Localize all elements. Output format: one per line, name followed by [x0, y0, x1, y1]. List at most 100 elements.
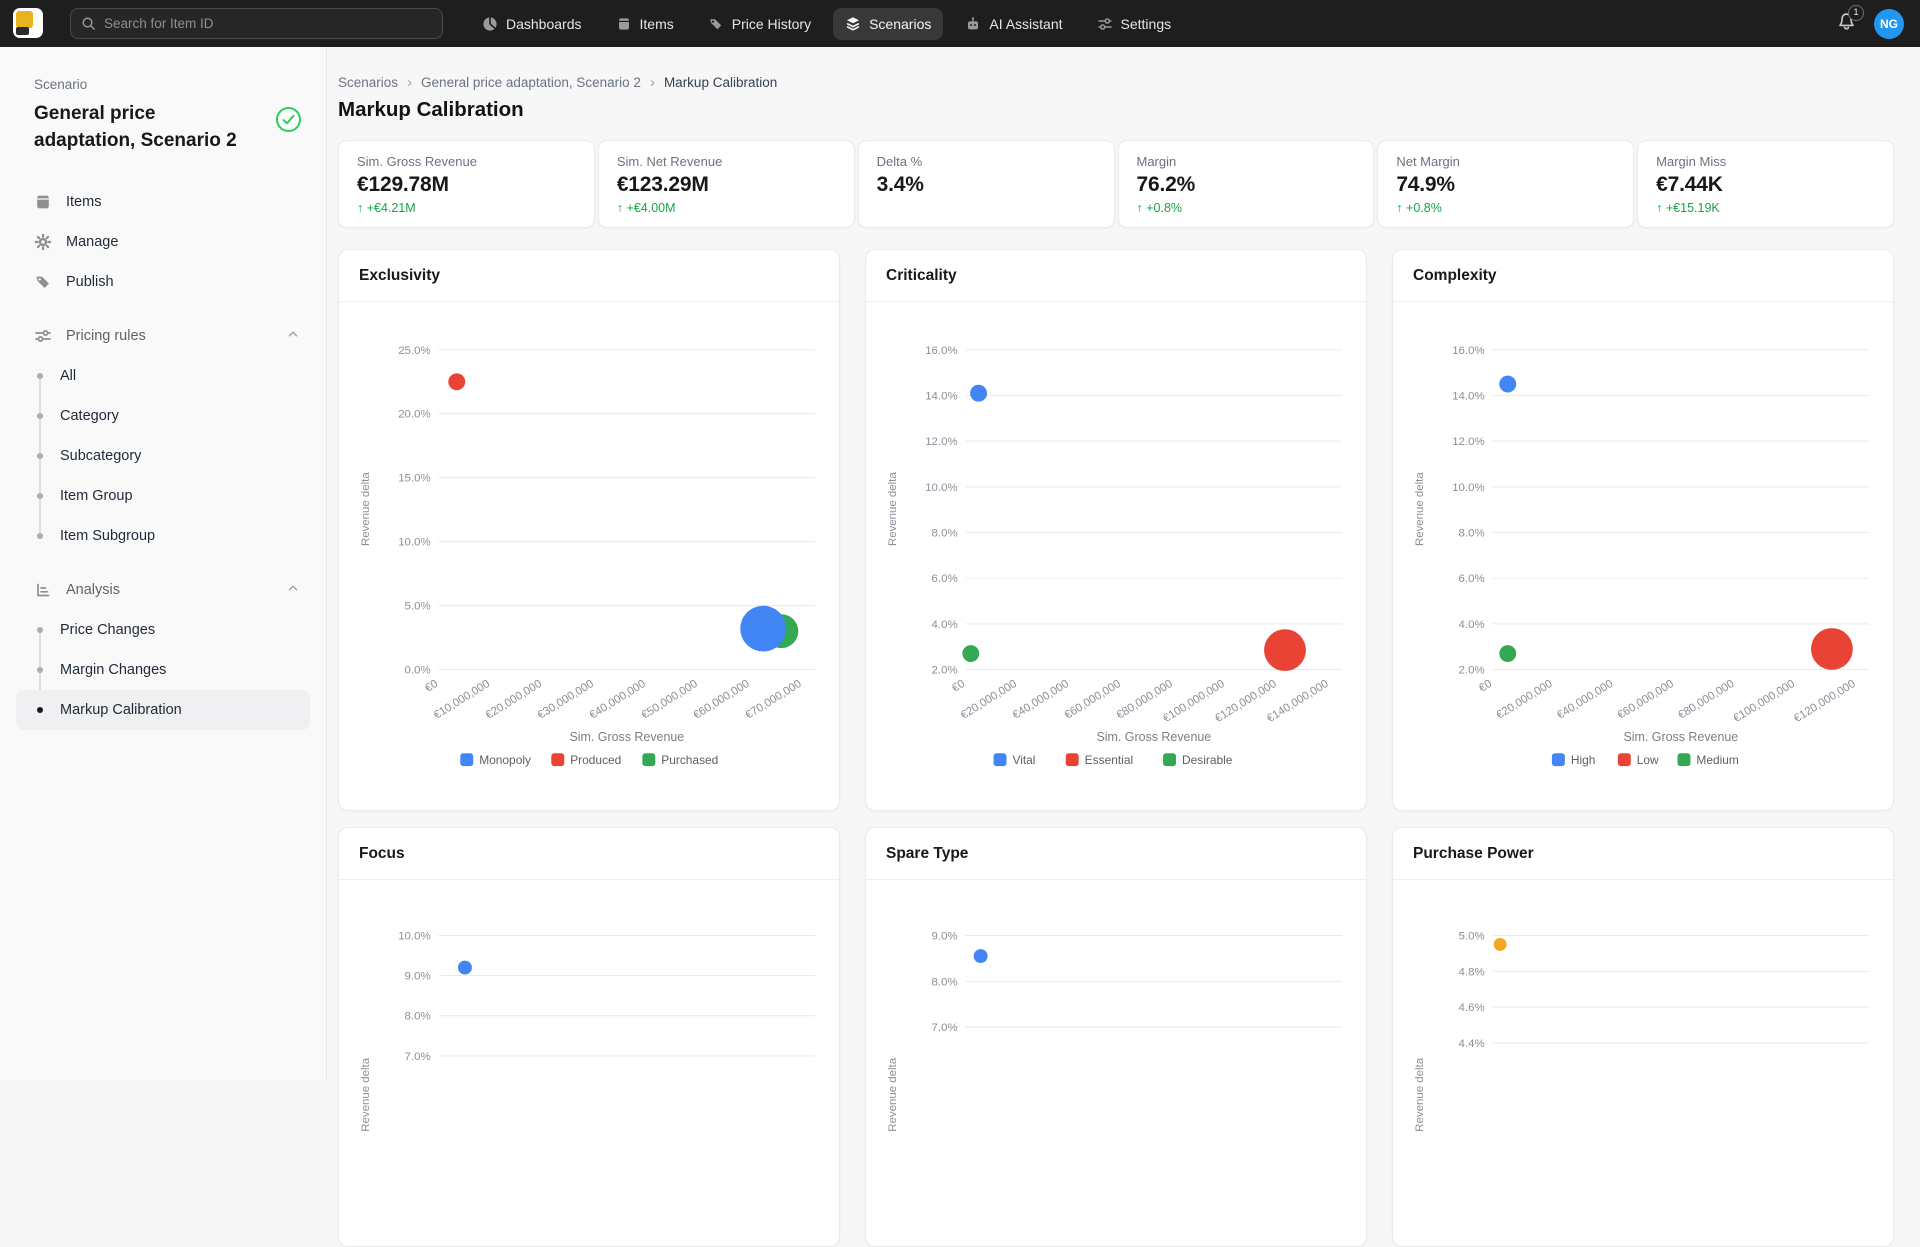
svg-text:€20,000,000: €20,000,000 [1494, 678, 1554, 722]
svg-text:5.0%: 5.0% [1459, 930, 1485, 942]
bullet-icon [37, 453, 43, 459]
svg-text:Revenue delta: Revenue delta [360, 472, 372, 546]
svg-text:Sim. Gross Revenue: Sim. Gross Revenue [569, 730, 684, 744]
svg-text:€10,000,000: €10,000,000 [432, 678, 492, 722]
sliders-icon [1097, 16, 1113, 32]
layers-icon [845, 16, 861, 32]
svg-text:8.0%: 8.0% [932, 976, 958, 988]
app-logo-icon[interactable] [13, 8, 43, 38]
chart-title: Focus [359, 845, 405, 862]
sidebar-menu: Items Manage Publish [0, 182, 326, 302]
bullet-icon [37, 627, 43, 633]
sidebar-item-margin-changes[interactable]: Margin Changes [16, 650, 310, 690]
svg-text:14.0%: 14.0% [1452, 390, 1484, 402]
chevron-right-icon: › [407, 75, 412, 90]
svg-text:6.0%: 6.0% [1459, 573, 1485, 585]
svg-text:€30,000,000: €30,000,000 [536, 678, 596, 722]
search-input[interactable] [104, 16, 432, 31]
focus-scatter-chart: 10.0%9.0%8.0%7.0%Revenue delta [339, 880, 839, 1220]
chevron-up-icon[interactable] [286, 581, 300, 600]
svg-text:8.0%: 8.0% [932, 527, 958, 539]
svg-text:4.4%: 4.4% [1459, 1038, 1485, 1050]
svg-text:4.6%: 4.6% [1459, 1002, 1485, 1014]
svg-text:4.8%: 4.8% [1459, 966, 1485, 978]
kpi-delta-percent: Delta % 3.4% [858, 140, 1115, 228]
svg-text:25.0%: 25.0% [398, 345, 430, 357]
box-icon [616, 16, 632, 32]
svg-text:€80,000,000: €80,000,000 [1676, 678, 1736, 722]
chart-card-purchase-power: Purchase Power 5.0%4.8%4.6%4.4%Revenue d… [1392, 827, 1894, 1247]
svg-text:€50,000,000: €50,000,000 [640, 678, 700, 722]
sidebar-group-pricing-rules[interactable]: Pricing rules [0, 316, 326, 356]
svg-text:12.0%: 12.0% [1452, 436, 1484, 448]
scenario-title: General price adaptation, Scenario 2 [34, 100, 259, 154]
kpi-margin-miss: Margin Miss €7.44K ↑ +€15.19K [1637, 140, 1894, 228]
svg-text:€40,000,000: €40,000,000 [1555, 678, 1615, 722]
svg-text:€0: €0 [423, 678, 440, 695]
chart-title: Complexity [1413, 267, 1497, 284]
criticality-scatter-chart: 16.0%14.0%12.0%10.0%8.0%6.0%4.0%2.0%€0€2… [866, 302, 1366, 805]
breadcrumb-current: Markup Calibration [664, 75, 777, 90]
svg-text:10.0%: 10.0% [398, 930, 430, 942]
sidebar-item-all[interactable]: All [16, 356, 310, 396]
breadcrumb-scenarios[interactable]: Scenarios [338, 75, 398, 90]
svg-text:€120,000,000: €120,000,000 [1792, 678, 1858, 725]
sidebar-item-subcategory[interactable]: Subcategory [16, 436, 310, 476]
sidebar-item-publish[interactable]: Publish [0, 262, 326, 302]
nav-price-history[interactable]: Price History [696, 8, 823, 40]
svg-text:4.0%: 4.0% [1459, 619, 1485, 631]
sidebar-item-item-subgroup[interactable]: Item Subgroup [16, 516, 310, 556]
bullet-icon [37, 373, 43, 379]
svg-text:5.0%: 5.0% [405, 601, 431, 613]
sidebar-item-manage[interactable]: Manage [0, 222, 326, 262]
sidebar-item-item-group[interactable]: Item Group [16, 476, 310, 516]
svg-text:Revenue delta: Revenue delta [887, 1057, 899, 1131]
avatar[interactable]: NG [1874, 9, 1904, 39]
kpi-net-margin: Net Margin 74.9% ↑ +0.8% [1377, 140, 1634, 228]
nav-items[interactable]: Items [604, 8, 686, 40]
svg-text:Sim. Gross Revenue: Sim. Gross Revenue [1096, 730, 1211, 744]
svg-text:Essential: Essential [1085, 753, 1133, 767]
chart-card-focus: Focus 10.0%9.0%8.0%7.0%Revenue delta [338, 827, 840, 1247]
nav-dashboards[interactable]: Dashboards [470, 8, 594, 40]
svg-text:16.0%: 16.0% [925, 345, 957, 357]
svg-text:0.0%: 0.0% [405, 665, 431, 677]
svg-text:2.0%: 2.0% [1459, 665, 1485, 677]
nav-settings[interactable]: Settings [1085, 8, 1184, 40]
breadcrumb-scenario-name[interactable]: General price adaptation, Scenario 2 [421, 75, 641, 90]
notifications-button[interactable]: 1 [1837, 12, 1856, 36]
svg-text:Vital: Vital [1012, 753, 1035, 767]
chart-card-spare-type: Spare Type 9.0%8.0%7.0%Revenue delta [865, 827, 1367, 1247]
nav-ai-assistant[interactable]: AI Assistant [953, 8, 1074, 40]
sidebar-group-analysis[interactable]: Analysis [0, 570, 326, 610]
chevron-up-icon[interactable] [286, 327, 300, 346]
sidebar-item-markup-calibration[interactable]: Markup Calibration [16, 690, 310, 730]
robot-icon [965, 16, 981, 32]
svg-text:4.0%: 4.0% [932, 619, 958, 631]
scenario-section-label: Scenario [0, 77, 326, 92]
box-icon [34, 193, 52, 211]
search-box[interactable] [70, 8, 443, 39]
svg-text:9.0%: 9.0% [932, 930, 958, 942]
nav-scenarios[interactable]: Scenarios [833, 8, 943, 40]
main-nav: Dashboards Items Price History Scenarios… [470, 0, 1183, 47]
search-icon [81, 16, 96, 31]
chart-title: Purchase Power [1413, 845, 1534, 862]
tags-icon [708, 16, 724, 32]
svg-text:9.0%: 9.0% [405, 971, 431, 983]
bullet-icon [37, 493, 43, 499]
sidebar-item-items[interactable]: Items [0, 182, 326, 222]
sidebar-item-category[interactable]: Category [16, 396, 310, 436]
svg-text:€40,000,000: €40,000,000 [1011, 678, 1071, 722]
topbar-right: 1 NG [1837, 0, 1904, 47]
svg-text:Revenue delta: Revenue delta [360, 1057, 372, 1131]
sidebar-item-price-changes[interactable]: Price Changes [16, 610, 310, 650]
kpi-strip: Sim. Gross Revenue €129.78M ↑ +€4.21M Si… [338, 140, 1894, 228]
bullet-icon [37, 413, 43, 419]
svg-text:20.0%: 20.0% [398, 409, 430, 421]
spare-type-scatter-chart: 9.0%8.0%7.0%Revenue delta [866, 880, 1366, 1220]
complexity-scatter-chart: 16.0%14.0%12.0%10.0%8.0%6.0%4.0%2.0%€0€2… [1393, 302, 1893, 805]
svg-text:Medium: Medium [1696, 753, 1739, 767]
svg-text:12.0%: 12.0% [925, 436, 957, 448]
pricing-rules-list: All Category Subcategory Item Group Item… [0, 356, 326, 556]
